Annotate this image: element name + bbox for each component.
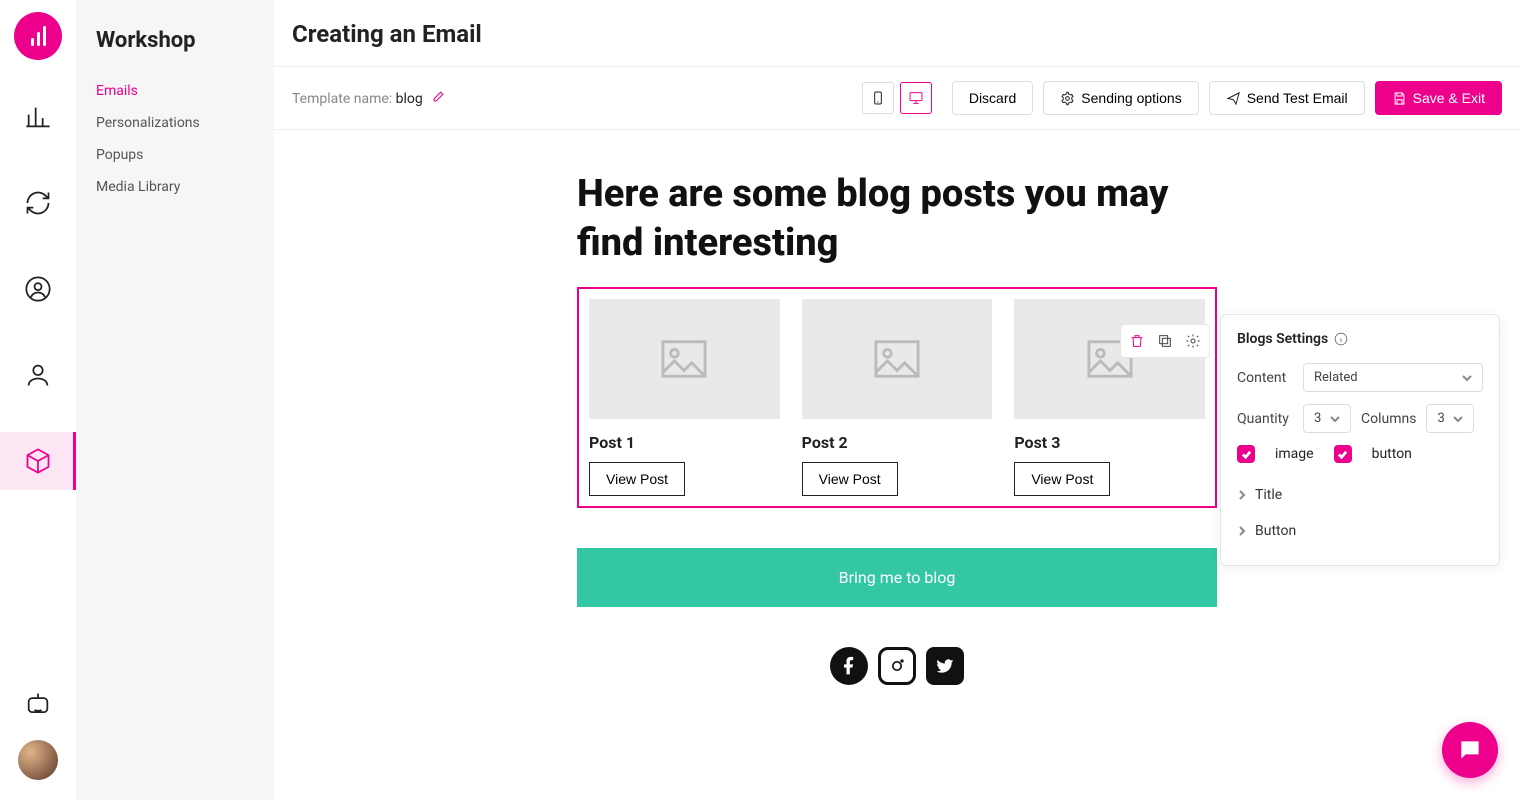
block-duplicate-button[interactable] bbox=[1153, 329, 1177, 353]
desktop-icon bbox=[908, 90, 924, 106]
image-checkbox-label: image bbox=[1275, 446, 1314, 462]
workshop-sidebar: Workshop Emails Personalizations Popups … bbox=[76, 0, 274, 800]
sidebar-item-media-library[interactable]: Media Library bbox=[96, 171, 254, 203]
button-checkbox-label: button bbox=[1372, 446, 1412, 462]
sending-options-button[interactable]: Sending options bbox=[1043, 81, 1198, 115]
image-checkbox[interactable] bbox=[1237, 445, 1255, 463]
chevron-right-icon bbox=[1237, 526, 1247, 536]
device-mobile-button[interactable] bbox=[862, 82, 894, 114]
instagram-icon bbox=[887, 656, 907, 676]
device-desktop-button[interactable] bbox=[900, 82, 932, 114]
post-title: Post 1 bbox=[589, 433, 780, 452]
view-post-button[interactable]: View Post bbox=[802, 462, 898, 496]
chevron-down-icon bbox=[1462, 373, 1472, 383]
block-delete-button[interactable] bbox=[1125, 329, 1149, 353]
bot-icon bbox=[24, 690, 52, 718]
view-post-button[interactable]: View Post bbox=[589, 462, 685, 496]
user-circle-icon bbox=[24, 275, 52, 303]
logo-bars-icon bbox=[31, 26, 46, 46]
user-avatar[interactable] bbox=[18, 740, 58, 780]
copy-icon bbox=[1157, 333, 1173, 349]
chevron-right-icon bbox=[1237, 490, 1247, 500]
template-name: Template name: blog bbox=[292, 90, 445, 107]
package-icon bbox=[24, 447, 52, 475]
rail-analytics[interactable] bbox=[0, 88, 76, 146]
button-expand[interactable]: Button bbox=[1237, 513, 1483, 549]
facebook-link[interactable] bbox=[830, 647, 868, 685]
chevron-down-icon bbox=[1453, 414, 1463, 424]
app-logo[interactable] bbox=[14, 12, 62, 60]
refresh-icon bbox=[24, 189, 52, 217]
settings-title: Blogs Settings bbox=[1237, 331, 1328, 347]
content-label: Content bbox=[1237, 370, 1293, 386]
twitter-link[interactable] bbox=[926, 647, 964, 685]
image-placeholder[interactable] bbox=[802, 299, 993, 419]
view-post-button[interactable]: View Post bbox=[1014, 462, 1110, 496]
check-icon bbox=[1337, 449, 1348, 460]
chevron-down-icon bbox=[1330, 414, 1340, 424]
blog-card: Post 2 View Post bbox=[802, 299, 993, 496]
rail-segments[interactable] bbox=[0, 346, 76, 404]
gear-icon bbox=[1060, 91, 1075, 106]
pencil-icon bbox=[432, 90, 445, 103]
send-icon bbox=[1226, 91, 1241, 106]
chat-icon bbox=[1457, 737, 1483, 763]
blogs-settings-panel: Blogs Settings Content Related Quantity … bbox=[1220, 314, 1500, 566]
help-chat-button[interactable] bbox=[1442, 722, 1498, 778]
gear-icon bbox=[1185, 333, 1201, 349]
edit-template-name-button[interactable] bbox=[432, 91, 445, 107]
save-icon bbox=[1392, 91, 1407, 106]
info-icon[interactable] bbox=[1334, 332, 1348, 346]
blog-card: Post 1 View Post bbox=[589, 299, 780, 496]
block-toolbar bbox=[1120, 324, 1210, 358]
image-placeholder[interactable] bbox=[589, 299, 780, 419]
post-title: Post 2 bbox=[802, 433, 993, 452]
button-checkbox[interactable] bbox=[1334, 445, 1352, 463]
image-icon bbox=[661, 339, 707, 379]
sidebar-item-emails[interactable]: Emails bbox=[96, 75, 254, 107]
twitter-icon bbox=[935, 656, 955, 676]
instagram-link[interactable] bbox=[878, 647, 916, 685]
page-title: Creating an Email bbox=[274, 0, 1520, 67]
sidebar-item-personalizations[interactable]: Personalizations bbox=[96, 107, 254, 139]
email-heading[interactable]: Here are some blog posts you may find in… bbox=[577, 170, 1217, 269]
rail-workshop[interactable] bbox=[0, 432, 76, 490]
discard-button[interactable]: Discard bbox=[952, 81, 1033, 115]
send-test-button[interactable]: Send Test Email bbox=[1209, 81, 1365, 115]
block-settings-button[interactable] bbox=[1181, 329, 1205, 353]
trash-icon bbox=[1129, 333, 1145, 349]
editor-toolbar: Template name: blog Discard Sending opti… bbox=[274, 67, 1520, 130]
rail-sync[interactable] bbox=[0, 174, 76, 232]
user-gear-icon bbox=[24, 361, 52, 389]
image-icon bbox=[874, 339, 920, 379]
bar-chart-icon bbox=[24, 103, 52, 131]
content-select[interactable]: Related bbox=[1303, 363, 1483, 392]
columns-label: Columns bbox=[1361, 411, 1416, 427]
rail-bot[interactable] bbox=[0, 690, 76, 718]
facebook-icon bbox=[839, 656, 859, 676]
rail-audience[interactable] bbox=[0, 260, 76, 318]
title-expand[interactable]: Title bbox=[1237, 477, 1483, 513]
quantity-label: Quantity bbox=[1237, 411, 1293, 427]
nav-rail bbox=[0, 0, 76, 800]
sidebar-title: Workshop bbox=[96, 28, 254, 53]
columns-select[interactable]: 3 bbox=[1426, 404, 1474, 433]
social-row bbox=[577, 647, 1217, 685]
blogs-block[interactable]: Post 1 View Post Post 2 View Post Post 3… bbox=[577, 287, 1217, 508]
save-exit-button[interactable]: Save & Exit bbox=[1375, 81, 1502, 115]
cta-button[interactable]: Bring me to blog bbox=[577, 548, 1217, 607]
image-placeholder[interactable] bbox=[1014, 299, 1205, 419]
sidebar-item-popups[interactable]: Popups bbox=[96, 139, 254, 171]
check-icon bbox=[1241, 449, 1252, 460]
post-title: Post 3 bbox=[1014, 433, 1205, 452]
quantity-select[interactable]: 3 bbox=[1303, 404, 1351, 433]
mobile-icon bbox=[870, 90, 886, 106]
